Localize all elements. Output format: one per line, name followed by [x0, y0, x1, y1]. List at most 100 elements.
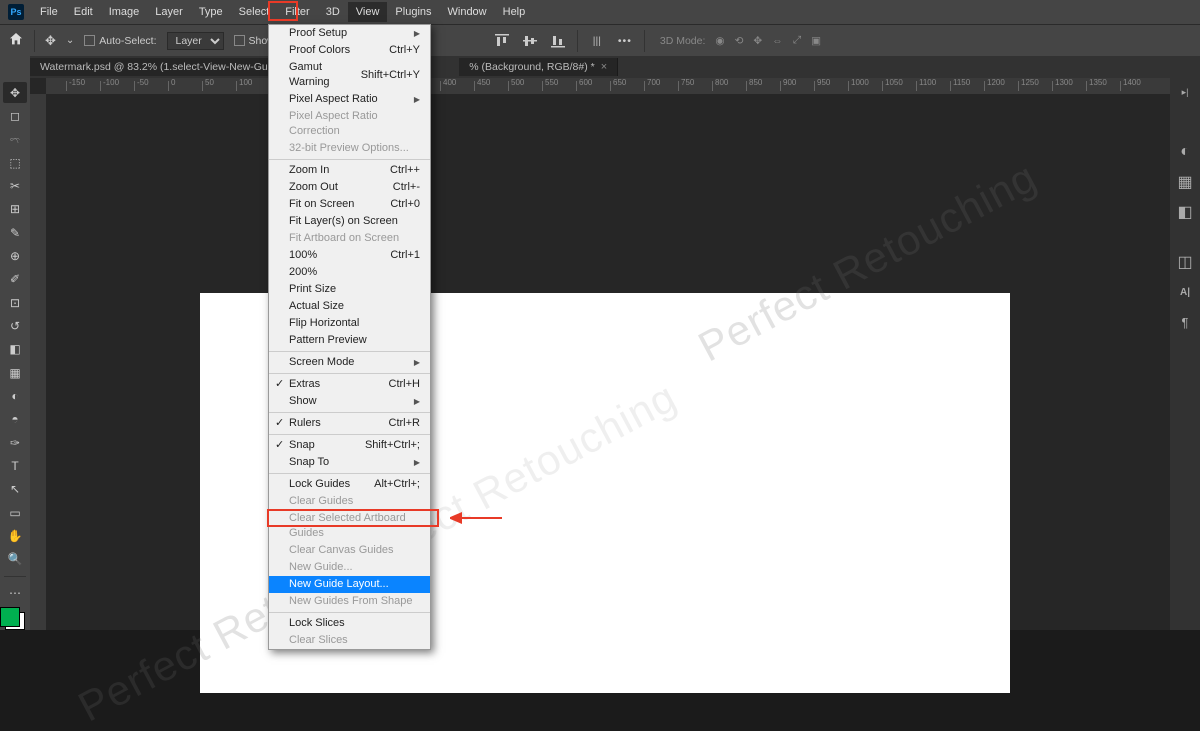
- healing-brush-tool[interactable]: ⊕: [3, 245, 27, 266]
- menu-item-flip-horizontal[interactable]: Flip Horizontal: [269, 315, 430, 332]
- menu-item-label: Pixel Aspect Ratio: [289, 92, 378, 107]
- clone-stamp-tool[interactable]: ⊡: [3, 292, 27, 313]
- object-selection-tool[interactable]: ⬚: [3, 152, 27, 173]
- menu-item-show[interactable]: Show▶: [269, 393, 430, 410]
- document-tab[interactable]: % (Background, RGB/8#) *×: [459, 58, 618, 76]
- edit-toolbar[interactable]: ⋯: [3, 583, 27, 604]
- shortcut: Shift+Ctrl+Y: [361, 68, 420, 83]
- view-menu-dropdown: Proof Setup▶Proof ColorsCtrl+YGamut Warn…: [268, 24, 431, 650]
- document-tab[interactable]: Watermark.psd @ 83.2% (1.select-View-New…: [30, 58, 296, 76]
- 3d-camera-icon[interactable]: ▣: [811, 35, 821, 47]
- more-align-icon[interactable]: |||: [588, 32, 606, 50]
- menu-item-actual-size[interactable]: Actual Size: [269, 298, 430, 315]
- blur-tool[interactable]: ◐: [3, 385, 27, 406]
- menu-item-200[interactable]: 200%: [269, 264, 430, 281]
- menu-item-fit-layer-s-on-screen[interactable]: Fit Layer(s) on Screen: [269, 213, 430, 230]
- rectangle-tool[interactable]: ▭: [3, 502, 27, 523]
- crop-tool[interactable]: ✂: [3, 175, 27, 196]
- type-tool[interactable]: T: [3, 455, 27, 476]
- divider: [644, 30, 645, 52]
- menu-item-pixel-aspect-ratio[interactable]: Pixel Aspect Ratio▶: [269, 91, 430, 108]
- menu-3d[interactable]: 3D: [318, 2, 348, 22]
- menu-plugins[interactable]: Plugins: [387, 2, 439, 22]
- 3d-slide-icon[interactable]: ⇔: [772, 35, 783, 47]
- adjustments-panel-icon[interactable]: ◧: [1175, 202, 1195, 222]
- menu-item-label: Print Size: [289, 282, 336, 297]
- shortcut: Ctrl+-: [393, 180, 420, 195]
- menu-edit[interactable]: Edit: [66, 2, 101, 22]
- home-icon[interactable]: [8, 31, 24, 50]
- menu-item-screen-mode[interactable]: Screen Mode▶: [269, 354, 430, 371]
- menu-item-snap[interactable]: ✓SnapShift+Ctrl+;: [269, 437, 430, 454]
- menu-item-rulers[interactable]: ✓RulersCtrl+R: [269, 415, 430, 432]
- brush-tool[interactable]: ✐: [3, 269, 27, 290]
- 3d-roll-icon[interactable]: ⟲: [735, 35, 744, 47]
- layer-select[interactable]: Layer: [167, 32, 224, 50]
- menu-item-label: Proof Colors: [289, 43, 350, 58]
- menu-item-label: Pattern Preview: [289, 333, 367, 348]
- 3d-pan-icon[interactable]: ✥: [753, 35, 762, 47]
- menu-item-lock-guides[interactable]: Lock GuidesAlt+Ctrl+;: [269, 476, 430, 493]
- menu-item-zoom-out[interactable]: Zoom OutCtrl+-: [269, 179, 430, 196]
- move-tool-icon[interactable]: ✥: [45, 33, 56, 49]
- auto-select-checkbox[interactable]: Auto-Select:: [84, 35, 156, 47]
- frame-tool[interactable]: ⊞: [3, 199, 27, 220]
- move-tool[interactable]: ✥: [3, 82, 27, 103]
- align-bottom-icon[interactable]: [549, 32, 567, 50]
- lasso-tool[interactable]: 𓍼: [3, 129, 27, 150]
- close-icon[interactable]: ×: [601, 61, 607, 73]
- ruler-vertical[interactable]: [30, 94, 46, 630]
- menu-item-100[interactable]: 100%Ctrl+1: [269, 247, 430, 264]
- menu-image[interactable]: Image: [101, 2, 148, 22]
- menu-item-label: 200%: [289, 265, 317, 280]
- panel-expand-icon[interactable]: ▸|: [1175, 82, 1195, 102]
- character-panel-icon[interactable]: A|: [1175, 282, 1195, 302]
- libraries-panel-icon[interactable]: ◫: [1175, 252, 1195, 272]
- pen-tool[interactable]: ✑: [3, 432, 27, 453]
- menu-window[interactable]: Window: [440, 2, 495, 22]
- menu-item-pattern-preview[interactable]: Pattern Preview: [269, 332, 430, 349]
- dropdown-caret-icon[interactable]: ⌄: [66, 35, 74, 46]
- menu-item-print-size[interactable]: Print Size: [269, 281, 430, 298]
- eraser-tool[interactable]: ◧: [3, 339, 27, 360]
- menu-item-proof-setup[interactable]: Proof Setup▶: [269, 25, 430, 42]
- marquee-tool[interactable]: ◻: [3, 105, 27, 126]
- align-top-icon[interactable]: [493, 32, 511, 50]
- menu-view[interactable]: View: [348, 2, 388, 22]
- paragraph-panel-icon[interactable]: ¶: [1175, 312, 1195, 332]
- menu-separator: [269, 373, 430, 374]
- path-selection-tool[interactable]: ↖: [3, 479, 27, 500]
- menu-layer[interactable]: Layer: [147, 2, 191, 22]
- menu-item-label: Proof Setup: [289, 26, 347, 41]
- menu-separator: [269, 434, 430, 435]
- menu-help[interactable]: Help: [495, 2, 534, 22]
- eyedropper-tool[interactable]: ✎: [3, 222, 27, 243]
- menu-item-new-guides-from-shape: New Guides From Shape: [269, 593, 430, 610]
- dodge-tool[interactable]: ◓: [3, 409, 27, 430]
- menu-select[interactable]: Select: [231, 2, 278, 22]
- menu-item-lock-slices[interactable]: Lock Slices: [269, 615, 430, 632]
- color-panel-icon[interactable]: ◐: [1175, 142, 1195, 162]
- more-icon[interactable]: •••: [616, 32, 634, 50]
- menu-item-gamut-warning[interactable]: Gamut WarningShift+Ctrl+Y: [269, 59, 430, 91]
- menu-item-proof-colors[interactable]: Proof ColorsCtrl+Y: [269, 42, 430, 59]
- menu-filter[interactable]: Filter: [277, 2, 317, 22]
- menu-item-snap-to[interactable]: Snap To▶: [269, 454, 430, 471]
- align-vcenter-icon[interactable]: [521, 32, 539, 50]
- gradient-tool[interactable]: ▦: [3, 362, 27, 383]
- ruler-horizontal[interactable]: -150-100-5005010015020025030035040045050…: [46, 78, 1170, 94]
- swatches-panel-icon[interactable]: ▦: [1175, 172, 1195, 192]
- menu-item-zoom-in[interactable]: Zoom InCtrl++: [269, 162, 430, 179]
- menu-item-fit-on-screen[interactable]: Fit on ScreenCtrl+0: [269, 196, 430, 213]
- menu-type[interactable]: Type: [191, 2, 231, 22]
- 3d-scale-icon[interactable]: ⤢: [793, 34, 801, 47]
- menu-file[interactable]: File: [32, 2, 66, 22]
- menu-item-new-guide-layout[interactable]: New Guide Layout...: [269, 576, 430, 593]
- menu-item-label: Fit Layer(s) on Screen: [289, 214, 398, 229]
- zoom-tool[interactable]: 🔍: [3, 549, 27, 570]
- color-swatches[interactable]: [5, 612, 25, 630]
- hand-tool[interactable]: ✋: [3, 525, 27, 546]
- history-brush-tool[interactable]: ↺: [3, 315, 27, 336]
- 3d-orbit-icon[interactable]: ◉: [715, 35, 724, 47]
- menu-item-extras[interactable]: ✓ExtrasCtrl+H: [269, 376, 430, 393]
